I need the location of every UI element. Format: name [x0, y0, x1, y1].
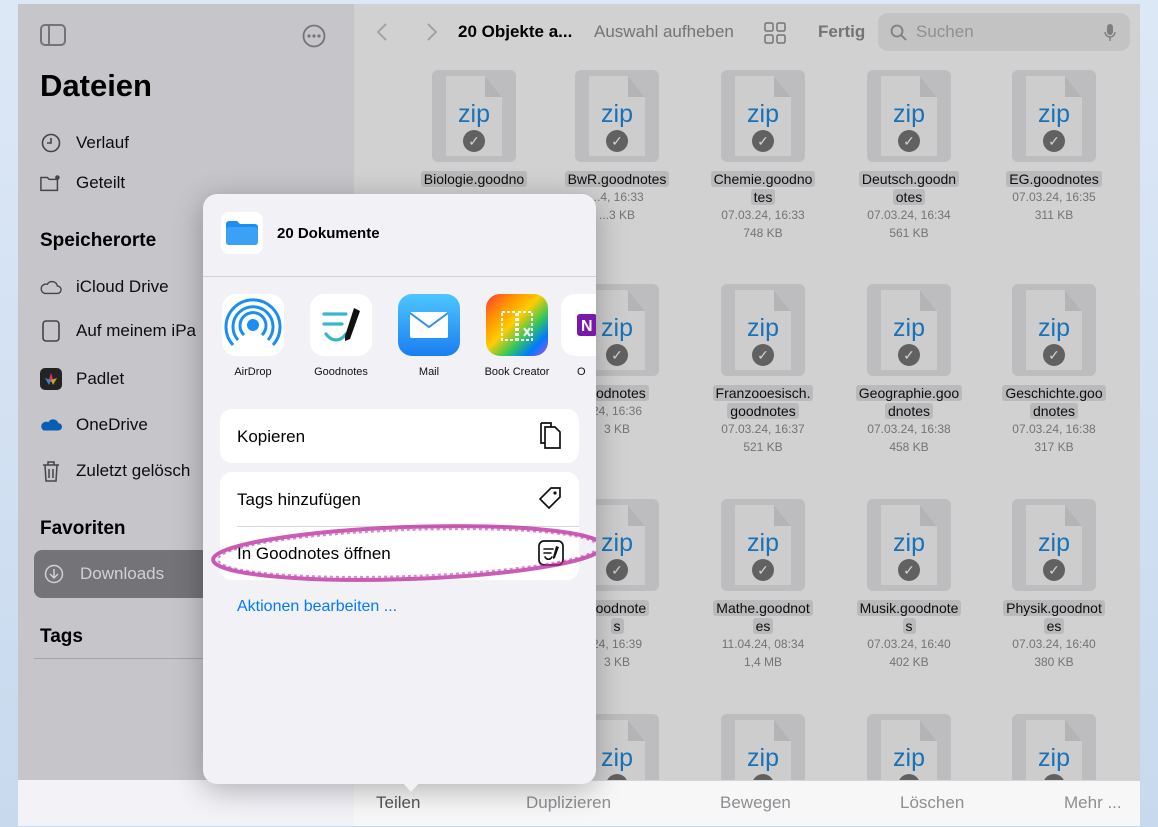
bottom-action-bar: Teilen Duplizieren Bewegen Löschen Mehr … [354, 780, 1140, 826]
more-button[interactable]: Mehr ... [1064, 793, 1122, 813]
share-button[interactable]: Teilen [376, 793, 420, 813]
goodnotes-icon [310, 294, 372, 356]
share-app-label: O [577, 366, 586, 378]
ipad-screen: Dateien Verlauf Geteilt Speicherorte iCl… [18, 4, 1140, 826]
share-app-label: Goodnotes [314, 366, 368, 378]
share-app-onenote[interactable]: N O [561, 294, 596, 378]
onenote-icon: N [561, 294, 596, 356]
delete-button[interactable]: Löschen [900, 793, 964, 813]
copy-label: Kopieren [237, 427, 306, 446]
mail-icon [398, 294, 460, 356]
edit-actions-link[interactable]: Aktionen bearbeiten ... [237, 598, 397, 616]
svg-text:N: N [581, 318, 593, 335]
book-creator-icon [486, 294, 548, 356]
move-button[interactable]: Bewegen [720, 793, 791, 813]
duplicate-button[interactable]: Duplizieren [526, 793, 611, 813]
share-app-label: Mail [418, 366, 440, 378]
share-app-label: AirDrop [234, 366, 272, 378]
share-app-book-creator[interactable]: Book Creator [477, 294, 557, 378]
share-sheet-title: 20 Dokumente [277, 225, 380, 242]
share-app-airdrop[interactable]: AirDrop [213, 294, 293, 378]
share-app-goodnotes[interactable]: Goodnotes [301, 294, 381, 378]
share-app-label: Book Creator [484, 366, 550, 378]
add-tags-label: Tags hinzufügen [237, 490, 361, 509]
share-app-mail[interactable]: Mail [389, 294, 469, 378]
copy-icon [540, 422, 561, 449]
share-sheet-header: 20 Dokumente [203, 194, 596, 277]
folder-icon [221, 212, 263, 254]
tag-icon [538, 487, 561, 510]
airdrop-icon [222, 294, 284, 356]
copy-action[interactable]: Kopieren [220, 409, 579, 463]
highlight-circle-annotation [211, 524, 596, 582]
share-sheet: 20 Dokumente AirDrop Goodnotes Mail Book… [203, 194, 596, 784]
